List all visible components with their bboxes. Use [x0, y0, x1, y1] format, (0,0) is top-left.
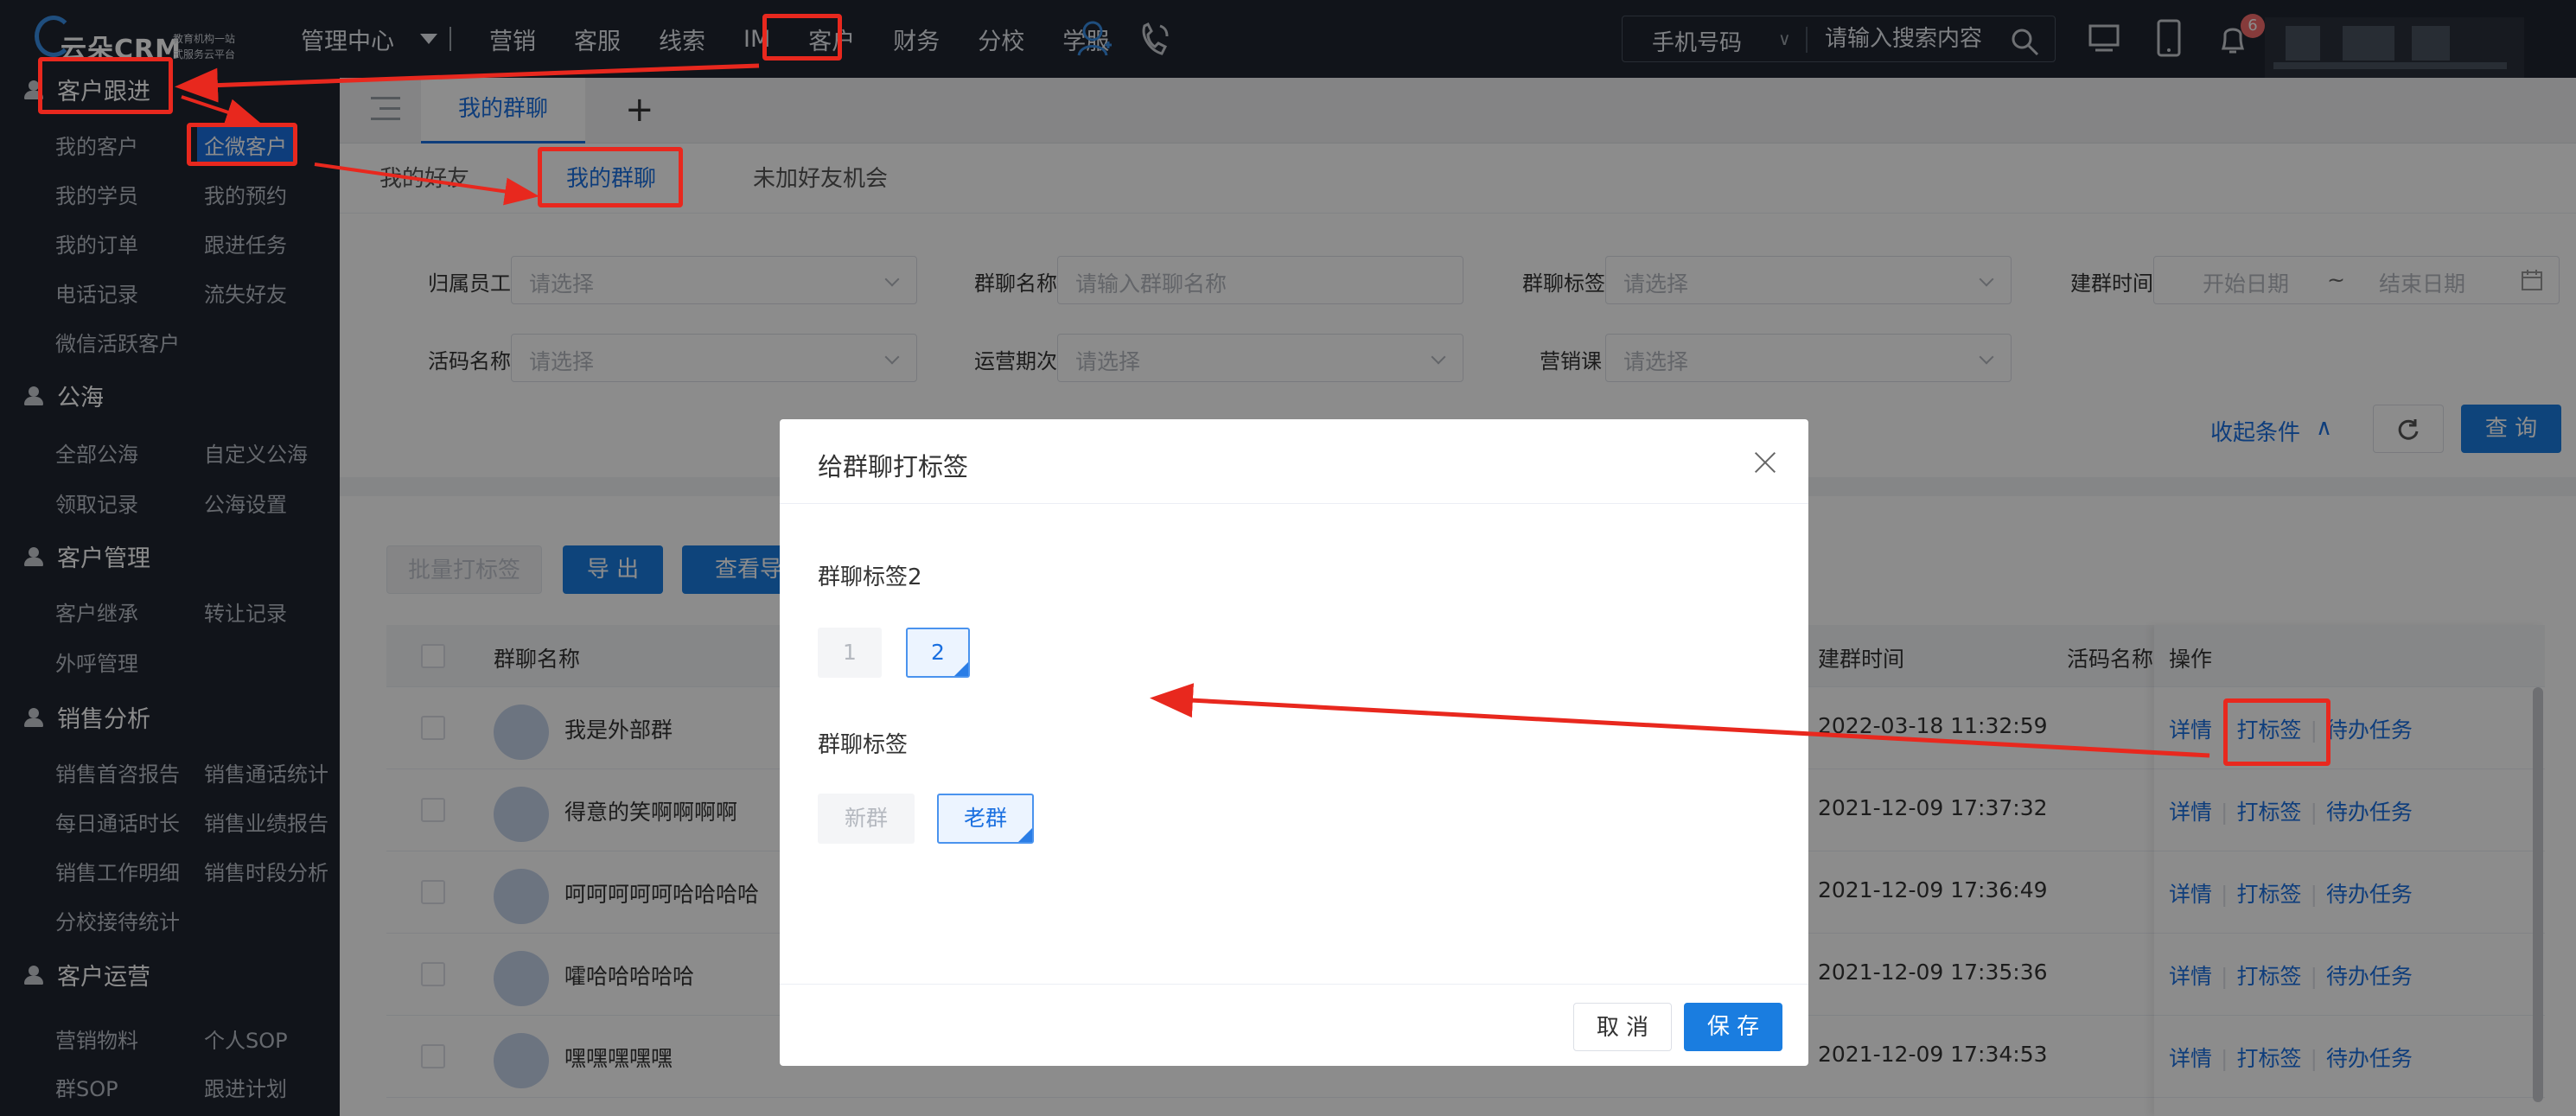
annotation-arrows [175, 63, 2210, 758]
